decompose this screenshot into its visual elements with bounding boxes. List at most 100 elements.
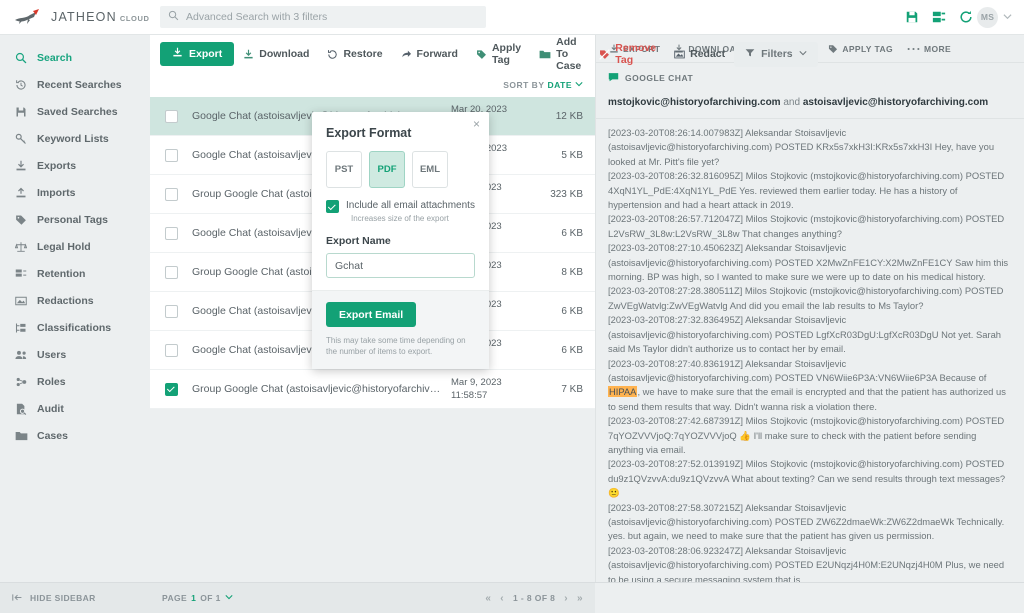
include-attachments-checkbox[interactable] xyxy=(326,200,339,213)
sidebar-item-redactions[interactable]: Redactions xyxy=(0,287,150,314)
restore-button[interactable]: Restore xyxy=(318,42,391,66)
sidebar-item-recent-searches[interactable]: Recent Searches xyxy=(0,71,150,98)
row-checkbox[interactable] xyxy=(165,149,178,162)
last-page-button[interactable]: » xyxy=(577,593,583,604)
forward-icon xyxy=(401,49,412,60)
restore-icon xyxy=(327,49,338,60)
sidebar-item-saved-searches[interactable]: Saved Searches xyxy=(0,98,150,125)
row-checkbox[interactable] xyxy=(165,110,178,123)
row-checkbox[interactable] xyxy=(165,305,178,318)
pagination-range: 1 - 8 OF 8 xyxy=(513,593,555,603)
row-checkbox[interactable] xyxy=(165,227,178,240)
export-icon xyxy=(172,47,183,61)
transcript-line: [2023-03-20T08:27:58.307215Z] Aleksandar… xyxy=(608,501,1012,544)
sidebar-item-label: Keyword Lists xyxy=(37,133,109,145)
refresh-icon[interactable] xyxy=(959,10,973,24)
row-size: 6 KB xyxy=(537,228,595,239)
transcript-line: [2023-03-20T08:27:40.836191Z] Aleksandar… xyxy=(608,357,1012,415)
row-date-day: Mar 9, 2023 xyxy=(451,376,537,389)
transcript-line: [2023-03-20T08:27:28.380511Z] Milos Stoj… xyxy=(608,284,1012,313)
export-button[interactable]: Export xyxy=(160,42,234,66)
row-checkbox-cell[interactable] xyxy=(150,110,192,123)
roles-icon xyxy=(14,376,28,388)
empty-list-space xyxy=(150,409,595,582)
export-email-button[interactable]: Export Email xyxy=(326,302,416,327)
folder-icon xyxy=(14,430,28,442)
row-checkbox-cell[interactable] xyxy=(150,188,192,201)
transcript-line: [2023-03-20T08:28:06.923247Z] Aleksandar… xyxy=(608,544,1012,582)
row-size: 6 KB xyxy=(537,306,595,317)
apply-tag-button[interactable]: Apply Tag xyxy=(467,42,530,66)
sidebar-item-users[interactable]: Users xyxy=(0,341,150,368)
sidebar-item-audit[interactable]: Audit xyxy=(0,395,150,422)
sidebar-item-keyword-lists[interactable]: Keyword Lists xyxy=(0,125,150,152)
sidebar-item-exports[interactable]: Exports xyxy=(0,152,150,179)
sidebar-item-classifications[interactable]: Classifications xyxy=(0,314,150,341)
row-checkbox-cell[interactable] xyxy=(150,227,192,240)
chevron-down-icon xyxy=(225,593,233,603)
row-checkbox-cell[interactable] xyxy=(150,344,192,357)
folder-icon xyxy=(539,49,551,60)
next-page-button[interactable]: › xyxy=(564,593,568,604)
close-icon[interactable]: × xyxy=(473,118,480,130)
sidebar-item-cases[interactable]: Cases xyxy=(0,422,150,449)
sidebar-item-legal-hold[interactable]: Legal Hold xyxy=(0,233,150,260)
saved-searches-icon[interactable] xyxy=(932,10,946,24)
user-menu[interactable]: MS xyxy=(977,7,1024,28)
preview-apply-tag-button[interactable]: APPLY TAG xyxy=(821,44,900,54)
include-attachments-label: Include all email attachments xyxy=(346,200,475,211)
filters-button[interactable]: Filters xyxy=(734,42,818,67)
download-button[interactable]: Download xyxy=(234,42,318,66)
page-selector[interactable]: PAGE 1 OF 1 xyxy=(162,593,233,603)
row-size: 8 KB xyxy=(537,267,595,278)
page-prefix: PAGE xyxy=(162,593,187,603)
sidebar-item-personal-tags[interactable]: Personal Tags xyxy=(0,206,150,233)
format-option-pdf[interactable]: PDF xyxy=(369,151,405,188)
export-icon xyxy=(14,160,28,172)
search-input[interactable]: Advanced Search with 3 filters xyxy=(160,6,486,28)
redact-icon xyxy=(14,295,28,307)
pagination-controls: « ‹ 1 - 8 OF 8 › » xyxy=(485,593,583,604)
download-icon xyxy=(243,49,254,60)
row-checkbox[interactable] xyxy=(165,188,178,201)
classification-icon xyxy=(14,322,28,334)
hide-sidebar-button[interactable]: HIDE SIDEBAR xyxy=(0,593,150,604)
prev-page-button[interactable]: ‹ xyxy=(500,593,504,604)
import-icon xyxy=(14,187,28,199)
row-checkbox-cell[interactable] xyxy=(150,266,192,279)
filters-button-label: Filters xyxy=(761,48,793,60)
sidebar-item-label: Imports xyxy=(37,187,76,199)
row-checkbox[interactable] xyxy=(165,344,178,357)
export-name-label: Export Name xyxy=(326,235,475,247)
format-option-pst[interactable]: PST xyxy=(326,151,362,188)
include-attachments-row[interactable]: Include all email attachments xyxy=(326,200,475,213)
sidebar-item-label: Classifications xyxy=(37,322,111,334)
first-page-button[interactable]: « xyxy=(485,593,491,604)
sort-value: DATE xyxy=(547,80,572,90)
sidebar-item-label: Roles xyxy=(37,376,66,388)
table-row[interactable]: Group Google Chat (astoisavljevic@histor… xyxy=(150,370,595,409)
redact-button[interactable]: Redact xyxy=(665,42,734,66)
remove-tag-button[interactable]: Remove Tag xyxy=(590,42,665,66)
sort-control[interactable]: SORT BY DATE xyxy=(150,73,595,97)
preview-more-button[interactable]: MORE xyxy=(900,44,958,54)
format-option-eml[interactable]: EML xyxy=(412,151,448,188)
avatar: MS xyxy=(977,7,998,28)
forward-button[interactable]: Forward xyxy=(392,42,467,66)
chevron-down-icon xyxy=(1003,8,1012,26)
sidebar-item-search[interactable]: Search xyxy=(0,44,150,71)
row-checkbox[interactable] xyxy=(165,266,178,279)
row-checkbox[interactable] xyxy=(165,383,178,396)
row-checkbox-cell[interactable] xyxy=(150,305,192,318)
row-checkbox-cell[interactable] xyxy=(150,149,192,162)
export-name-input[interactable] xyxy=(326,253,475,278)
add-to-case-button[interactable]: Add To Case xyxy=(530,42,590,66)
app-logo[interactable]: JATHEON CLOUD xyxy=(0,9,150,25)
collapse-icon xyxy=(12,593,23,604)
sidebar-item-imports[interactable]: Imports xyxy=(0,179,150,206)
download-button-label: Download xyxy=(259,48,309,60)
sidebar-item-roles[interactable]: Roles xyxy=(0,368,150,395)
sidebar-item-retention[interactable]: Retention xyxy=(0,260,150,287)
save-search-icon[interactable] xyxy=(905,10,919,24)
row-checkbox-cell[interactable] xyxy=(150,383,192,396)
